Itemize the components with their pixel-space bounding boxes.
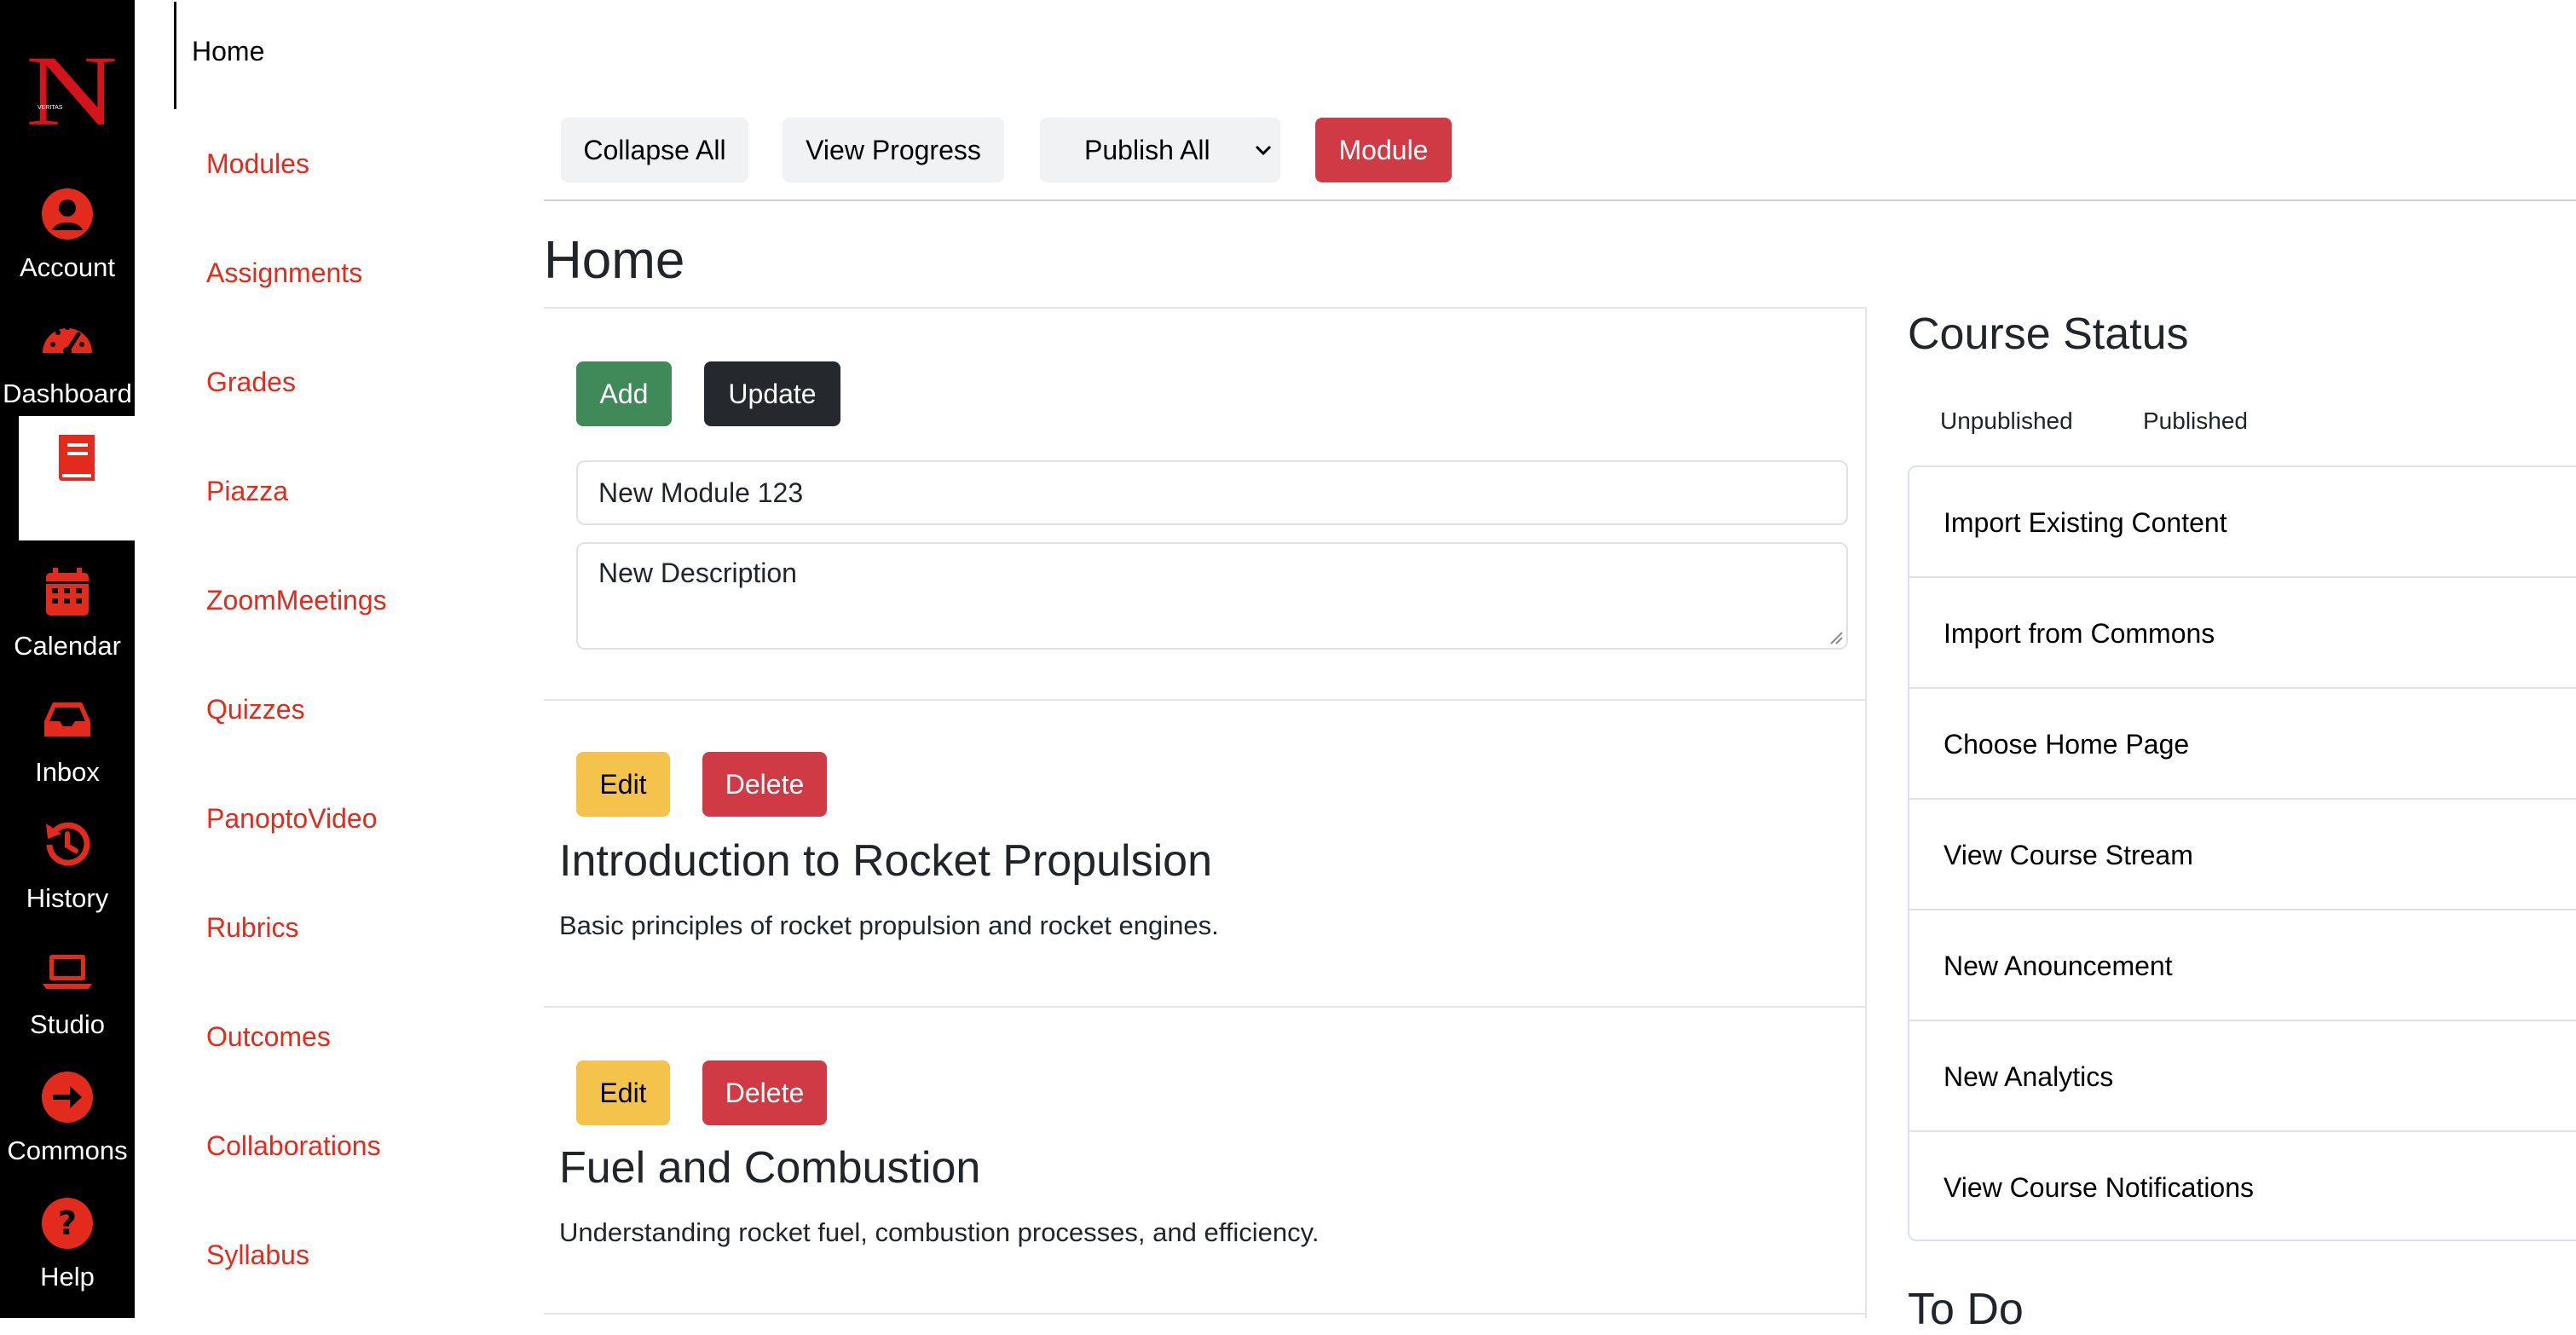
nav-help[interactable]: ? Help xyxy=(0,1180,135,1306)
module-title: Fuel and Combustion xyxy=(559,1143,981,1193)
section-divider xyxy=(544,1313,1865,1315)
published-button[interactable]: Published xyxy=(2143,407,2248,435)
edit-button[interactable]: Edit xyxy=(576,752,670,817)
nav-history[interactable]: History xyxy=(0,801,135,928)
course-nav-assignments[interactable]: Assignments xyxy=(206,257,362,289)
course-nav-collaborations[interactable]: Collaborations xyxy=(206,1130,381,1162)
collapse-all-button[interactable]: Collapse All xyxy=(561,118,748,182)
course-nav: Home Modules Assignments Grades Piazza Z… xyxy=(135,0,544,1318)
nav-label: History xyxy=(26,883,109,913)
nav-courses[interactable] xyxy=(19,416,135,540)
account-icon xyxy=(42,188,93,240)
course-nav-quizzes[interactable]: Quizzes xyxy=(206,694,305,725)
history-icon xyxy=(46,822,90,866)
course-nav-piazza[interactable]: Piazza xyxy=(206,476,288,507)
resize-grip-icon[interactable] xyxy=(1828,629,1843,644)
edit-button[interactable]: Edit xyxy=(576,1060,670,1125)
publish-all-select[interactable]: Publish All xyxy=(1040,118,1280,182)
module-button[interactable]: Module xyxy=(1315,118,1452,182)
nav-label: Inbox xyxy=(35,757,100,787)
help-icon: ? xyxy=(42,1198,93,1249)
nav-calendar[interactable]: Calendar xyxy=(0,549,135,675)
view-course-notifications-button[interactable]: View Course Notifications xyxy=(1909,1132,2576,1240)
course-nav-outcomes[interactable]: Outcomes xyxy=(206,1021,331,1053)
module-description: Understanding rocket fuel, combustion pr… xyxy=(559,1217,1320,1247)
global-nav: N VERITAS Account Dashboard Calendar Inb… xyxy=(0,0,135,1318)
nav-label: Calendar xyxy=(14,631,121,661)
todo-heading: To Do xyxy=(1908,1285,2024,1334)
calendar-icon xyxy=(46,568,89,615)
course-actions-list: Import Existing Content Import from Comm… xyxy=(1908,465,2576,1241)
page-title: Home xyxy=(544,231,685,290)
module-title: Introduction to Rocket Propulsion xyxy=(559,836,1212,886)
view-course-stream-button[interactable]: View Course Stream xyxy=(1909,800,2576,910)
import-from-commons-button[interactable]: Import from Commons xyxy=(1909,578,2576,689)
nav-label: Dashboard xyxy=(3,379,132,408)
course-nav-panoptovideo[interactable]: PanoptoVideo xyxy=(206,803,377,835)
university-logo[interactable]: N VERITAS xyxy=(26,44,121,138)
module-name-input[interactable]: New Module 123 xyxy=(576,460,1848,525)
svg-text:?: ? xyxy=(58,1205,77,1242)
arrow-right-circle-icon xyxy=(42,1072,93,1123)
delete-button[interactable]: Delete xyxy=(702,1060,827,1125)
module-description-textarea[interactable]: New Description xyxy=(576,542,1848,650)
nav-commons[interactable]: Commons xyxy=(0,1054,135,1180)
update-button[interactable]: Update xyxy=(704,361,840,426)
svg-text:VERITAS: VERITAS xyxy=(38,105,63,111)
dashboard-icon xyxy=(43,325,92,355)
book-icon xyxy=(59,435,95,481)
course-status-title: Course Status xyxy=(1908,309,2189,359)
section-divider xyxy=(544,699,1865,701)
course-nav-grades[interactable]: Grades xyxy=(206,367,296,398)
choose-home-page-button[interactable]: Choose Home Page xyxy=(1909,689,2576,800)
modules-panel: Add Update New Module 123 New Descriptio… xyxy=(544,307,1867,1318)
nav-inbox[interactable]: Inbox xyxy=(0,675,135,801)
nav-account[interactable]: Account xyxy=(0,170,135,297)
course-nav-syllabus[interactable]: Syllabus xyxy=(206,1240,309,1271)
inbox-icon xyxy=(44,702,90,737)
view-progress-button[interactable]: View Progress xyxy=(783,118,1004,182)
new-analytics-button[interactable]: New Analytics xyxy=(1909,1021,2576,1132)
course-nav-home[interactable]: Home xyxy=(174,2,378,109)
delete-button[interactable]: Delete xyxy=(702,752,827,817)
import-existing-content-button[interactable]: Import Existing Content xyxy=(1909,467,2576,578)
nav-label: Help xyxy=(40,1262,95,1292)
chevron-down-icon xyxy=(1255,145,1272,156)
laptop-icon xyxy=(43,955,92,989)
nav-label: Account xyxy=(19,252,115,282)
publish-all-label: Publish All xyxy=(1084,135,1210,165)
unpublished-button[interactable]: Unpublished xyxy=(1940,407,2073,435)
course-nav-rubrics[interactable]: Rubrics xyxy=(206,912,298,944)
toolbar-divider xyxy=(544,199,2576,201)
nav-dashboard[interactable]: Dashboard xyxy=(0,297,135,423)
svg-text:N: N xyxy=(26,44,118,138)
module-description-text: New Description xyxy=(598,558,797,588)
course-nav-modules[interactable]: Modules xyxy=(206,148,309,180)
nav-studio[interactable]: Studio xyxy=(0,928,135,1054)
new-announcement-button[interactable]: New Anouncement xyxy=(1909,910,2576,1021)
module-description: Basic principles of rocket propulsion an… xyxy=(559,910,1219,940)
add-button[interactable]: Add xyxy=(576,361,672,426)
course-nav-zoommeetings[interactable]: ZoomMeetings xyxy=(206,585,387,616)
nav-label: Studio xyxy=(30,1009,105,1039)
section-divider xyxy=(544,1006,1865,1008)
nav-label: Commons xyxy=(7,1136,128,1165)
